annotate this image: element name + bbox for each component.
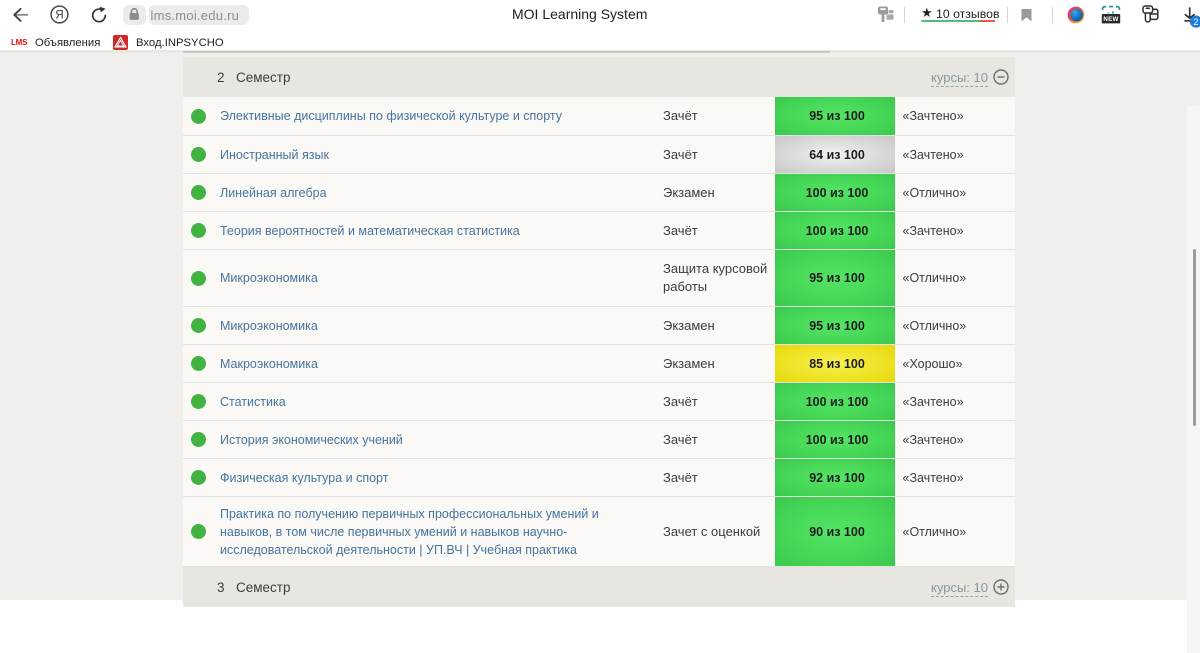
svg-text:Я: Я [55,10,63,22]
svg-text:2: 2 [1193,17,1198,27]
svg-text:NEW: NEW [1103,16,1118,23]
